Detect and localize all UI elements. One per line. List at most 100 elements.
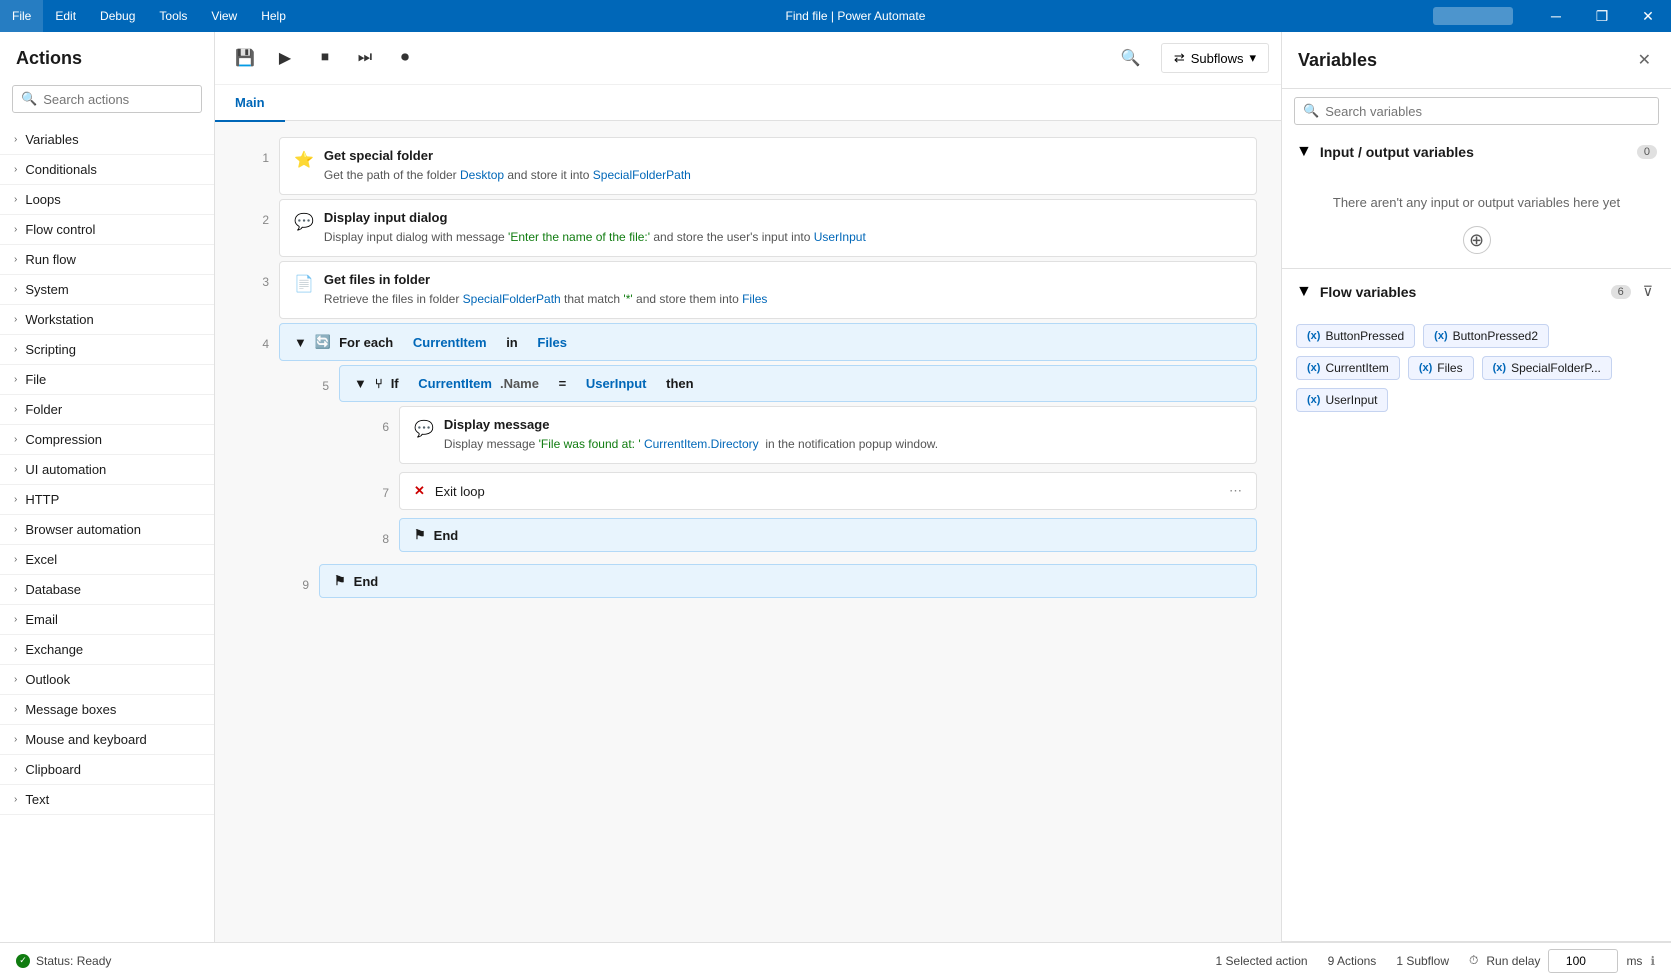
category-database[interactable]: ›Database — [0, 575, 214, 605]
category-exchange[interactable]: ›Exchange — [0, 635, 214, 665]
category-email[interactable]: ›Email — [0, 605, 214, 635]
maximize-button[interactable]: ❐ — [1579, 0, 1625, 32]
status-dot: ✓ — [16, 954, 30, 968]
var-chip-special-folder[interactable]: (x) SpecialFolderP... — [1482, 356, 1612, 380]
step-display-message[interactable]: 💬 Display message Display message 'File … — [399, 406, 1257, 464]
flow-vars-header[interactable]: ▼ Flow variables 6 ⊽ — [1282, 269, 1671, 314]
tab-main[interactable]: Main — [215, 85, 285, 122]
category-workstation[interactable]: ›Workstation — [0, 305, 214, 335]
step-3-desc: Retrieve the files in folder SpecialFold… — [324, 290, 1242, 308]
var-chip-files[interactable]: (x) Files — [1408, 356, 1474, 380]
chevron-icon: › — [14, 734, 17, 745]
category-system[interactable]: ›System — [0, 275, 214, 305]
category-folder[interactable]: ›Folder — [0, 395, 214, 425]
exit-loop-actions[interactable]: ⋯ — [1229, 483, 1242, 499]
collapse-fv-icon: ▼ — [1296, 283, 1312, 301]
actions-search-input[interactable] — [43, 92, 219, 107]
end-foreach-block[interactable]: ⚑ End — [319, 564, 1257, 598]
run-delay-input[interactable] — [1548, 949, 1618, 973]
menu-file[interactable]: File — [0, 0, 43, 32]
actions-panel-title: Actions — [0, 32, 214, 77]
flow-row-5: 5 ▼ ⑂ If CurrentItem .Name = UserInput — [299, 365, 1257, 556]
io-empty-text: There aren't any input or output variabl… — [1296, 179, 1657, 218]
category-compression[interactable]: ›Compression — [0, 425, 214, 455]
var-search-icon: 🔍 — [1303, 103, 1319, 119]
end-if-label: End — [434, 528, 459, 543]
category-variables[interactable]: ›Variables — [0, 125, 214, 155]
category-flow-control[interactable]: ›Flow control — [0, 215, 214, 245]
flow-canvas: 1 ⭐ Get special folder Get the path of t… — [215, 121, 1281, 942]
category-ui-automation[interactable]: ›UI automation — [0, 455, 214, 485]
variables-search-box[interactable]: 🔍 — [1294, 97, 1659, 125]
category-clipboard[interactable]: ›Clipboard — [0, 755, 214, 785]
ms-label: ms — [1626, 954, 1642, 968]
actions-search-box[interactable]: 🔍 — [12, 85, 202, 113]
if-then-keyword: then — [666, 376, 693, 391]
var-x-icon-5: (x) — [1493, 362, 1506, 374]
category-mouse-keyboard[interactable]: ›Mouse and keyboard — [0, 725, 214, 755]
step-get-files-in-folder[interactable]: 📄 Get files in folder Retrieve the files… — [279, 261, 1257, 319]
if-name-prop: .Name — [500, 376, 539, 391]
tab-row: Main — [215, 85, 1281, 120]
search-button[interactable]: 🔍 — [1113, 40, 1149, 76]
var-chip-current-item[interactable]: (x) CurrentItem — [1296, 356, 1400, 380]
category-excel[interactable]: ›Excel — [0, 545, 214, 575]
flag-icon-if: ⚑ — [414, 527, 426, 543]
add-variable-button[interactable]: ⊕ — [1463, 226, 1491, 254]
step-display-input-dialog[interactable]: 💬 Display input dialog Display input dia… — [279, 199, 1257, 257]
step-get-special-folder[interactable]: ⭐ Get special folder Get the path of the… — [279, 137, 1257, 195]
category-run-flow[interactable]: ›Run flow — [0, 245, 214, 275]
app-body: Actions 🔍 ›Variables ›Conditionals ›Loop… — [0, 32, 1671, 942]
category-message-boxes[interactable]: ›Message boxes — [0, 695, 214, 725]
category-http[interactable]: ›HTTP — [0, 485, 214, 515]
step-button[interactable]: ⏭ — [347, 40, 383, 76]
close-button[interactable]: ✕ — [1625, 0, 1671, 32]
stop-button[interactable]: ⏹ — [307, 40, 343, 76]
subflows-area: ⇄ Subflows ▾ — [1153, 43, 1269, 73]
line-number-9: 9 — [279, 564, 319, 592]
flow-vars-content: (x) ButtonPressed (x) ButtonPressed2 (x)… — [1282, 314, 1671, 422]
record-button[interactable]: ⏺ — [387, 40, 423, 76]
run-button[interactable]: ▶ — [267, 40, 303, 76]
var-chip-button-pressed2[interactable]: (x) ButtonPressed2 — [1423, 324, 1549, 348]
files-var-foreach: Files — [537, 335, 567, 350]
category-file[interactable]: ›File — [0, 365, 214, 395]
category-scripting[interactable]: ›Scripting — [0, 335, 214, 365]
special-folder-path-var2: SpecialFolderPath — [463, 292, 561, 306]
save-button[interactable]: 💾 — [227, 40, 263, 76]
user-avatar-area — [1413, 7, 1533, 25]
chevron-icon: › — [14, 224, 17, 235]
if-header[interactable]: ▼ ⑂ If CurrentItem .Name = UserInput the… — [339, 365, 1257, 402]
minimize-button[interactable]: ─ — [1533, 0, 1579, 32]
end-if-block[interactable]: ⚑ End — [399, 518, 1257, 552]
step-1-desc: Get the path of the folder Desktop and s… — [324, 166, 1242, 184]
menu-edit[interactable]: Edit — [43, 0, 88, 32]
special-folder-path-var: SpecialFolderPath — [593, 168, 691, 182]
input-output-header[interactable]: ▼ Input / output variables 0 — [1282, 133, 1671, 171]
category-conditionals[interactable]: ›Conditionals — [0, 155, 214, 185]
step-exit-loop[interactable]: ✕ Exit loop ⋯ — [399, 472, 1257, 510]
chevron-icon: › — [14, 584, 17, 595]
category-browser-automation[interactable]: ›Browser automation — [0, 515, 214, 545]
line-number-8: 8 — [359, 518, 399, 546]
subflows-button[interactable]: ⇄ Subflows ▾ — [1161, 43, 1269, 73]
category-text[interactable]: ›Text — [0, 785, 214, 815]
chevron-icon: › — [14, 134, 17, 145]
menu-help[interactable]: Help — [249, 0, 298, 32]
chevron-icon: › — [14, 434, 17, 445]
input-output-title: Input / output variables — [1320, 144, 1629, 160]
foreach-header[interactable]: ▼ 🔄 For each CurrentItem in Files — [279, 323, 1257, 361]
category-outlook[interactable]: ›Outlook — [0, 665, 214, 695]
var-chip-user-input[interactable]: (x) UserInput — [1296, 388, 1388, 412]
filter-icon[interactable]: ⊽ — [1639, 279, 1657, 304]
chevron-icon: › — [14, 644, 17, 655]
variables-search-input[interactable] — [1325, 104, 1650, 119]
var-chip-button-pressed[interactable]: (x) ButtonPressed — [1296, 324, 1415, 348]
var-current-item-label: CurrentItem — [1325, 361, 1388, 375]
menu-view[interactable]: View — [199, 0, 249, 32]
main-area: 💾 ▶ ⏹ ⏭ ⏺ 🔍 ⇄ Subflows ▾ Main — [215, 32, 1281, 942]
menu-tools[interactable]: Tools — [147, 0, 199, 32]
menu-debug[interactable]: Debug — [88, 0, 147, 32]
variables-close-button[interactable]: ✕ — [1634, 46, 1655, 74]
category-loops[interactable]: ›Loops — [0, 185, 214, 215]
